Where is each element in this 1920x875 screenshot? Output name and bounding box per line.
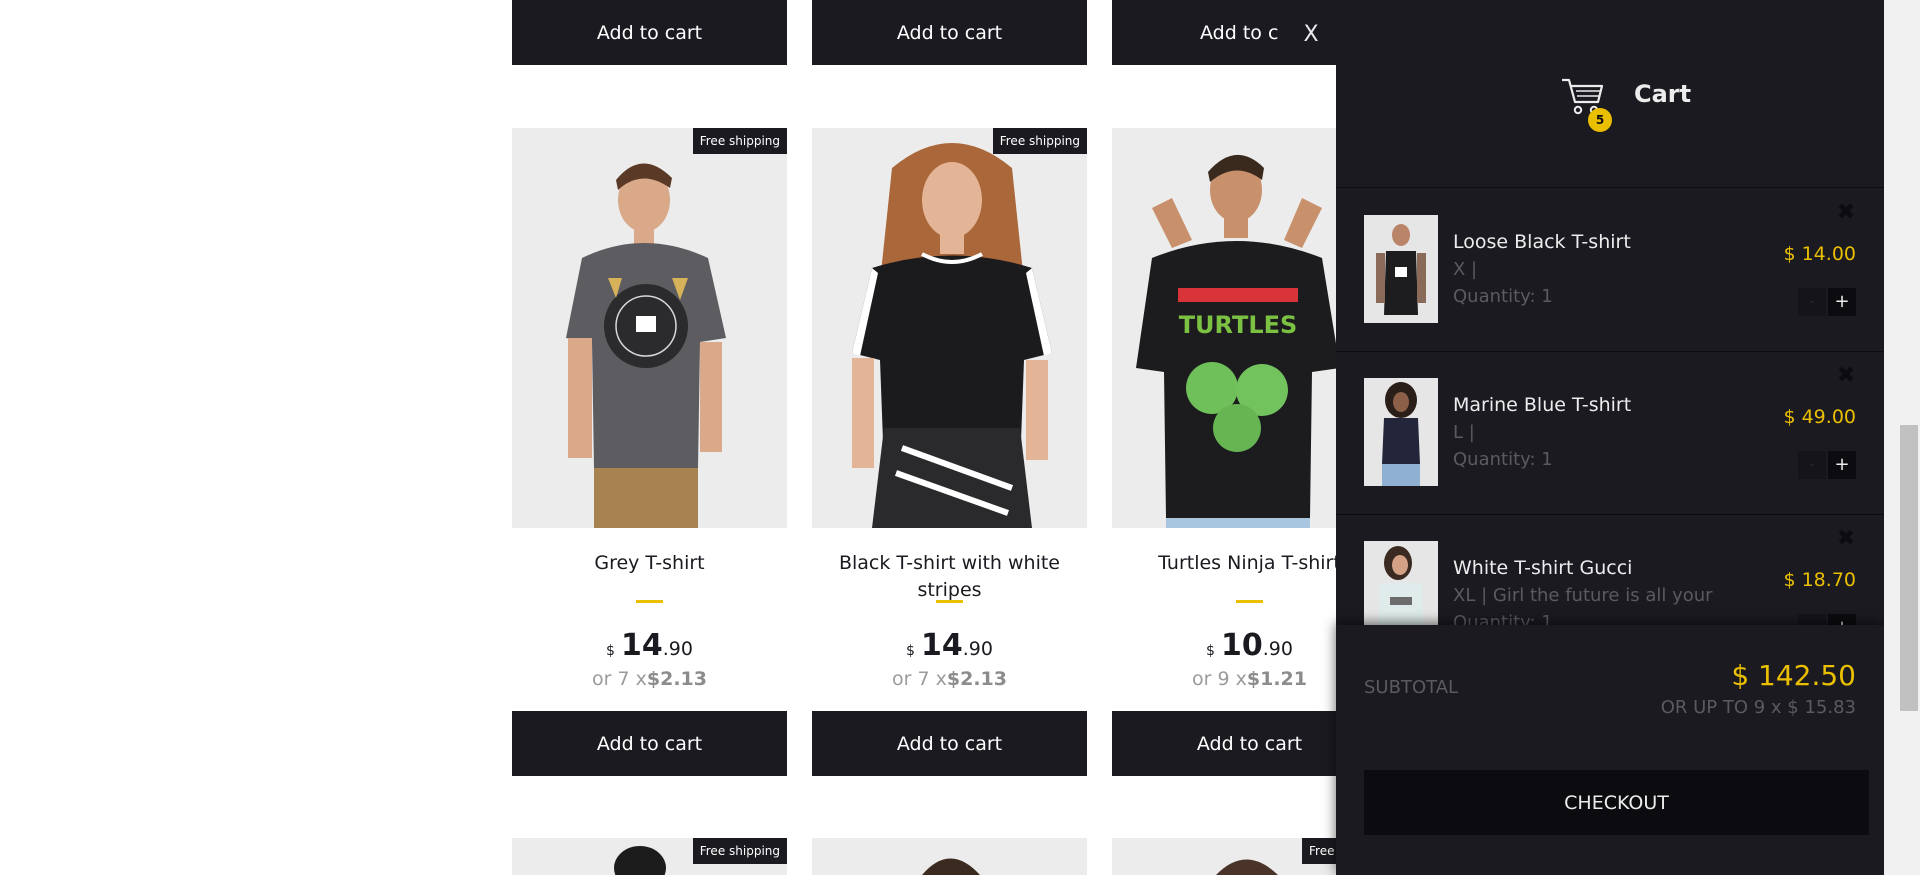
cart-item-quantity: Quantity: 1 bbox=[1453, 286, 1553, 307]
add-to-cart-button[interactable]: Add to cart bbox=[512, 0, 787, 65]
product-installments: or 7 x$2.13 bbox=[592, 668, 707, 690]
product-image[interactable]: Free shipping bbox=[812, 128, 1087, 528]
black-striped-tshirt-photo bbox=[812, 128, 1087, 528]
close-cart-button[interactable]: X bbox=[1296, 20, 1326, 50]
remove-item-icon[interactable]: ✖ bbox=[1836, 202, 1856, 224]
svg-text:TURTLES: TURTLES bbox=[1179, 311, 1298, 339]
product-divider bbox=[936, 600, 963, 603]
free-shipping-badge: Free shipping bbox=[692, 128, 787, 154]
increase-quantity-button[interactable]: + bbox=[1828, 451, 1856, 479]
cart-item: ✖ Loose Black T-shirt X | Quantity: 1 $ … bbox=[1336, 189, 1884, 352]
free-shipping-badge: Free shipping bbox=[992, 128, 1087, 154]
cart-item-name: White T-shirt Gucci bbox=[1453, 557, 1633, 579]
cart-footer: SUBTOTAL $ 142.50 OR UP TO 9 x $ 15.83 C… bbox=[1336, 625, 1884, 875]
checkout-button[interactable]: CHECKOUT bbox=[1364, 770, 1869, 835]
cart-item: ✖ Marine Blue T-shirt L | Quantity: 1 $ … bbox=[1336, 352, 1884, 515]
cart-item-price: $ 49.00 bbox=[1783, 406, 1856, 428]
product-divider bbox=[636, 600, 663, 603]
cart-panel: 5 Cart ✖ Loose Black T-shirt X | Quantit… bbox=[1336, 0, 1884, 875]
white-tshirt-gucci-thumb bbox=[1364, 541, 1438, 625]
cart-item-price: $ 14.00 bbox=[1783, 243, 1856, 265]
subtotal-installments: OR UP TO 9 x $ 15.83 bbox=[1660, 697, 1856, 718]
next-product-photo bbox=[812, 838, 1087, 875]
cart-item-thumbnail bbox=[1364, 215, 1438, 323]
cart-item-name: Loose Black T-shirt bbox=[1453, 231, 1631, 253]
increase-quantity-button[interactable]: + bbox=[1828, 614, 1856, 625]
product-card[interactable]: Free shipping Grey T-shirt bbox=[512, 128, 787, 604]
add-to-cart-button[interactable]: Add to cart bbox=[812, 711, 1087, 776]
product-title: Black T-shirt with white stripes bbox=[838, 552, 1061, 601]
remove-item-icon[interactable]: ✖ bbox=[1836, 365, 1856, 387]
product-price: $14.90 bbox=[906, 628, 993, 663]
product-price: $14.90 bbox=[606, 628, 693, 663]
add-to-cart-button[interactable]: Add to cart bbox=[812, 0, 1087, 65]
grey-tshirt-photo bbox=[512, 128, 787, 528]
cart-item-thumbnail bbox=[1364, 378, 1438, 486]
page-scrollbar-thumb[interactable] bbox=[1900, 425, 1918, 711]
marine-blue-tshirt-thumb bbox=[1364, 378, 1438, 486]
cart-item-description: X | bbox=[1453, 259, 1478, 280]
cart-item-thumbnail bbox=[1364, 541, 1438, 625]
cart-item: ✖ White T-shirt Gucci XL | Girl the futu… bbox=[1336, 515, 1884, 625]
decrease-quantity-button[interactable]: - bbox=[1798, 614, 1826, 625]
cart-item-quantity: Quantity: 1 bbox=[1453, 449, 1553, 470]
loose-black-tshirt-thumb bbox=[1364, 215, 1438, 323]
increase-quantity-button[interactable]: + bbox=[1828, 288, 1856, 316]
decrease-quantity-button[interactable]: - bbox=[1798, 288, 1826, 316]
add-to-cart-button[interactable]: Add to cart bbox=[512, 711, 787, 776]
remove-item-icon[interactable]: ✖ bbox=[1836, 528, 1856, 550]
product-image[interactable] bbox=[812, 838, 1087, 875]
cart-item-description: L | bbox=[1453, 422, 1475, 443]
free-shipping-badge: Free shipping bbox=[692, 838, 787, 864]
cart-items-list[interactable]: ✖ Loose Black T-shirt X | Quantity: 1 $ … bbox=[1336, 189, 1884, 625]
decrease-quantity-button[interactable]: - bbox=[1798, 451, 1826, 479]
cart-item-price: $ 18.70 bbox=[1783, 569, 1856, 591]
cart-item-description: XL | Girl the future is all your bbox=[1453, 585, 1713, 606]
product-title: Grey T-shirt bbox=[594, 552, 705, 574]
cart-count-badge: 5 bbox=[1588, 108, 1612, 132]
subtotal-label: SUBTOTAL bbox=[1364, 677, 1459, 698]
cart-header: 5 Cart bbox=[1336, 0, 1884, 188]
cart-item-name: Marine Blue T-shirt bbox=[1453, 394, 1632, 416]
cart-title: Cart bbox=[1634, 80, 1692, 108]
product-installments: or 7 x$2.13 bbox=[892, 668, 1007, 690]
product-divider bbox=[1236, 600, 1263, 603]
subtotal-value: $ 142.50 bbox=[1731, 659, 1856, 692]
product-card[interactable]: Free shipping Black T-shirt with white s… bbox=[812, 128, 1087, 604]
product-image[interactable]: Free shipping bbox=[512, 128, 787, 528]
cart-item-quantity: Quantity: 1 bbox=[1453, 612, 1553, 625]
product-image[interactable]: Free shipping bbox=[512, 838, 787, 875]
